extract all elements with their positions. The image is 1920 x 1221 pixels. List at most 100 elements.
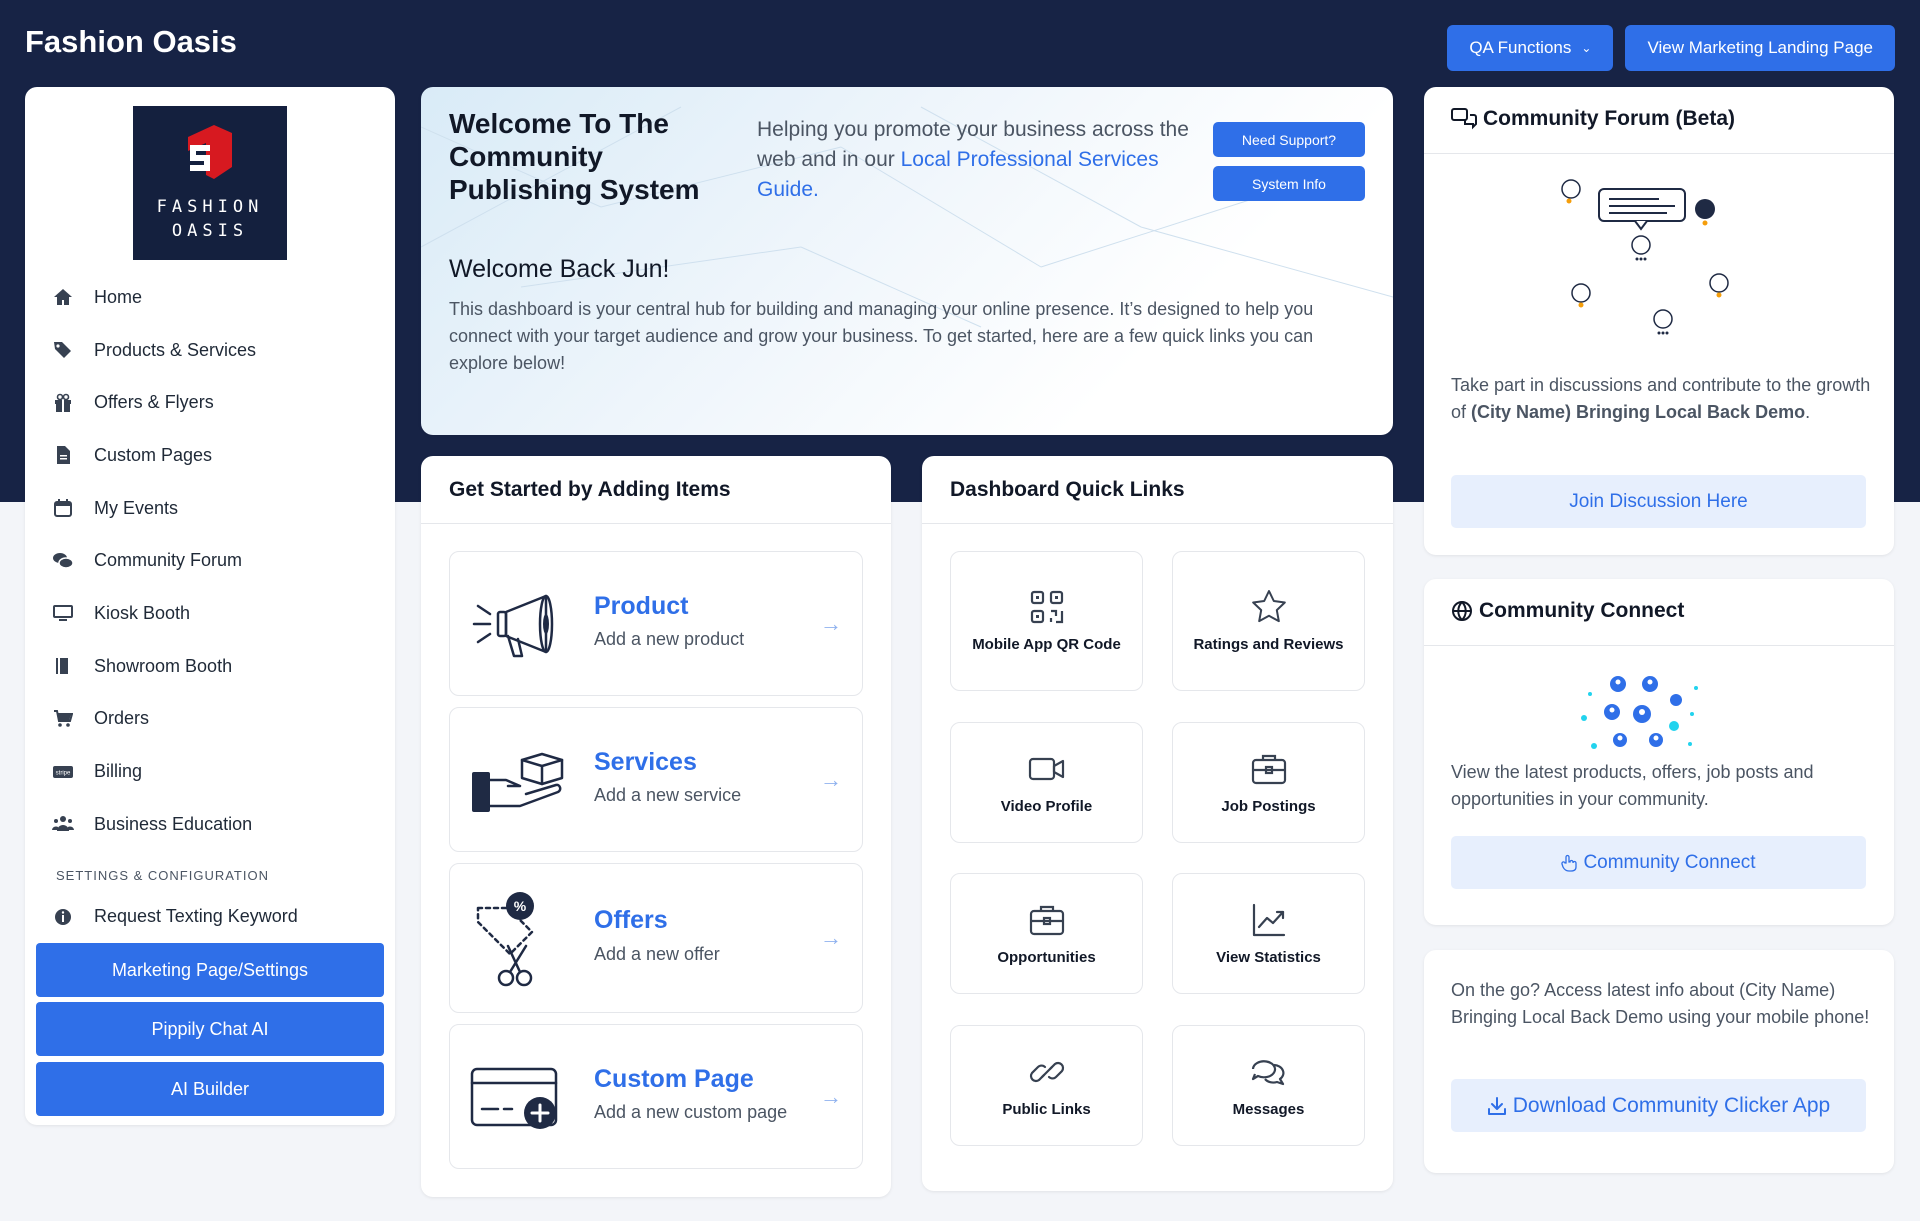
- quick-link-messages[interactable]: Messages: [1172, 1025, 1365, 1146]
- quick-link-ratings-reviews[interactable]: Ratings and Reviews: [1172, 551, 1365, 691]
- qa-functions-dropdown[interactable]: QA Functions ⌄: [1447, 25, 1614, 71]
- community-connect-card: Community Connect View the latest produc…: [1424, 579, 1894, 925]
- need-support-button[interactable]: Need Support?: [1213, 122, 1365, 157]
- users-icon: [52, 813, 74, 835]
- divider: [1424, 645, 1894, 646]
- item-title: Offers: [594, 906, 668, 934]
- ai-builder-button[interactable]: AI Builder: [36, 1062, 384, 1116]
- forum-description: Take part in discussions and contribute …: [1451, 372, 1871, 426]
- forum-header: Community Forum (Beta): [1451, 107, 1735, 131]
- sidebar-item-kiosk-booth[interactable]: Kiosk Booth: [25, 587, 395, 640]
- sidebar-item-orders[interactable]: Orders: [25, 693, 395, 746]
- quick-link-video-profile[interactable]: Video Profile: [950, 722, 1143, 843]
- star-icon: [1251, 590, 1286, 623]
- quick-link-label: Opportunities: [997, 948, 1096, 966]
- quick-links-title: Dashboard Quick Links: [950, 478, 1185, 501]
- chat-bubbles-icon: [1251, 1059, 1284, 1085]
- card-plus-icon: [470, 1067, 558, 1129]
- arrow-right-icon: →: [820, 610, 842, 636]
- add-custom-page-item[interactable]: Custom Page Add a new custom page →: [449, 1024, 863, 1169]
- quick-link-label: Public Links: [1002, 1100, 1091, 1118]
- add-product-item[interactable]: Product Add a new product →: [449, 551, 863, 696]
- connect-title: Community Connect: [1479, 599, 1685, 622]
- brand-title: Fashion Oasis: [25, 24, 237, 59]
- marketing-page-settings-button[interactable]: Marketing Page/Settings: [36, 943, 384, 997]
- info-icon: [52, 906, 74, 928]
- item-title: Custom Page: [594, 1065, 754, 1093]
- sidebar-item-label: Orders: [94, 708, 150, 729]
- arrow-right-icon: →: [820, 1083, 842, 1109]
- tag-icon: [52, 339, 74, 361]
- download-app-button[interactable]: Download Community Clicker App: [1451, 1079, 1866, 1132]
- community-network-illustration: [1581, 676, 1698, 749]
- coupon-scissors-icon: %: [476, 892, 534, 987]
- sidebar-item-texting-keyword[interactable]: Request Texting Keyword: [25, 891, 395, 944]
- briefcase-icon: [1251, 754, 1286, 784]
- sidebar-item-my-events[interactable]: My Events: [25, 482, 395, 535]
- community-connect-button[interactable]: Community Connect: [1451, 836, 1866, 889]
- home-icon: [52, 286, 74, 308]
- add-offers-item[interactable]: % Offers Add a new offer →: [449, 863, 863, 1013]
- welcome-tagline: Helping you promote your business across…: [757, 115, 1207, 205]
- sidebar-item-label: Community Forum: [94, 550, 243, 571]
- item-title: Product: [594, 592, 689, 620]
- arrow-right-icon: →: [820, 766, 842, 792]
- forum-title: Community Forum (Beta): [1483, 107, 1735, 130]
- connect-description: View the latest products, offers, job po…: [1451, 762, 1814, 809]
- sidebar-item-offers-flyers[interactable]: Offers & Flyers: [25, 376, 395, 429]
- system-info-button[interactable]: System Info: [1213, 166, 1365, 201]
- sidebar-item-custom-pages[interactable]: Custom Pages: [25, 429, 395, 482]
- svg-text:%: %: [514, 898, 527, 914]
- sidebar-item-showroom-booth[interactable]: Showroom Booth: [25, 640, 395, 693]
- item-subtitle: Add a new product: [594, 629, 745, 649]
- pippily-chat-ai-button[interactable]: Pippily Chat AI: [36, 1002, 384, 1056]
- download-app-button-label: Download Community Clicker App: [1512, 1093, 1831, 1117]
- quick-link-label: Job Postings: [1221, 797, 1316, 815]
- quick-link-qr-code[interactable]: Mobile App QR Code: [950, 551, 1143, 691]
- mobile-app-description: On the go? Access latest info about (Cit…: [1451, 980, 1870, 1027]
- sidebar-item-home[interactable]: Home: [25, 271, 395, 324]
- community-forum-card: Community Forum (Beta) Take part in disc…: [1424, 87, 1894, 555]
- sidebar-item-billing[interactable]: stripe Billing: [25, 745, 395, 798]
- forum-illustration: [1561, 179, 1729, 335]
- quick-link-job-postings[interactable]: Job Postings: [1172, 722, 1365, 843]
- divider: [922, 523, 1393, 524]
- forum-text-bold: (City Name) Bringing Local Back Demo: [1471, 402, 1806, 422]
- logo-line-1: FASHION: [156, 197, 264, 217]
- pointer-hand-icon: [1561, 854, 1578, 872]
- sidebar-item-products-services[interactable]: Products & Services: [25, 324, 395, 377]
- arrow-right-icon: →: [820, 925, 842, 950]
- quick-link-public-links[interactable]: Public Links: [950, 1025, 1143, 1146]
- hand-box-icon: [472, 752, 564, 812]
- forum-text-end: .: [1805, 402, 1811, 422]
- view-landing-page-button[interactable]: View Marketing Landing Page: [1625, 25, 1895, 71]
- add-services-item[interactable]: Services Add a new service →: [449, 707, 863, 852]
- quick-link-view-statistics[interactable]: View Statistics: [1172, 873, 1365, 994]
- logo-text: FASHION OASIS: [157, 195, 264, 243]
- gift-icon: [52, 392, 74, 414]
- cart-icon: [52, 708, 74, 730]
- quick-link-label: Messages: [1232, 1100, 1305, 1118]
- logo-mark-icon: [180, 123, 240, 183]
- link-icon: [1029, 1061, 1064, 1082]
- briefcase-icon: [1029, 905, 1064, 935]
- get-started-card: Get Started by Adding Items Product Add …: [421, 456, 891, 1197]
- community-connect-button-label: Community Connect: [1583, 851, 1756, 873]
- settings-section-label: SETTINGS & CONFIGURATION: [56, 868, 269, 884]
- sidebar-item-label: Request Texting Keyword: [94, 906, 298, 927]
- sidebar-item-label: Custom Pages: [94, 444, 213, 465]
- sidebar-item-label: Offers & Flyers: [94, 392, 214, 413]
- video-icon: [1028, 757, 1064, 780]
- get-started-title: Get Started by Adding Items: [449, 478, 731, 501]
- top-actions: QA Functions ⌄ View Marketing Landing Pa…: [1447, 25, 1895, 71]
- join-discussion-button[interactable]: Join Discussion Here: [1451, 475, 1866, 528]
- quick-link-opportunities[interactable]: Opportunities: [950, 873, 1143, 994]
- quick-links-card: Dashboard Quick Links Mobile App QR Code…: [922, 456, 1393, 1191]
- sidebar-item-label: Kiosk Booth: [94, 602, 191, 623]
- sidebar-item-community-forum[interactable]: Community Forum: [25, 534, 395, 587]
- sidebar-item-business-education[interactable]: Business Education: [25, 798, 395, 851]
- quick-link-label: Ratings and Reviews: [1193, 636, 1344, 653]
- item-subtitle: Add a new service: [594, 785, 742, 805]
- company-logo: FASHION OASIS: [133, 106, 287, 260]
- calendar-icon: [52, 497, 74, 519]
